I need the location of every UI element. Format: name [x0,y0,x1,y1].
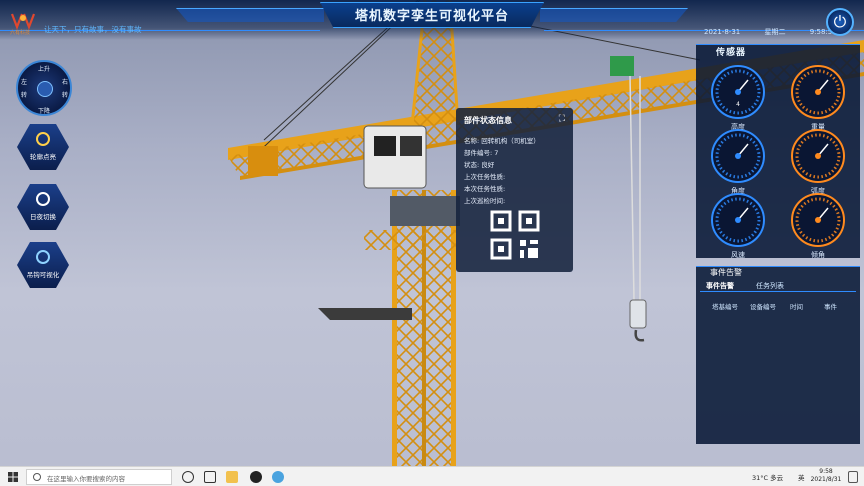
taskbar-clock[interactable]: 9:58 2021/8/31 [806,468,846,484]
power-icon: ⏻ [833,12,847,31]
code-label: 部件编号: [464,149,493,157]
search-placeholder: 在这里输入你要搜索的内容 [47,475,125,483]
name-value: 回转机构（司机室） [481,137,540,145]
tab-task-list[interactable]: 任务列表 [756,281,784,291]
gauge-2: 角度 [711,129,765,195]
status-label: 状态: [464,161,480,169]
slewing-unit[interactable] [390,196,460,226]
slogan: 让天下，只有故事，没有事故 [44,25,142,34]
day-night-label: 日夜切换 [30,213,56,221]
day-night-icon [36,192,50,206]
header-wing-left [176,8,324,22]
gauge-hub [815,153,821,159]
col-tower-base-id[interactable]: 塔基编号 [712,301,738,311]
name-row: 名称: 回转机构（司机室） [464,135,540,145]
weekday-text: 星期二 [764,28,786,36]
qr-code-icon [490,210,540,260]
counterweight [248,146,278,176]
power-button[interactable]: ⏻ [826,8,854,36]
col-event[interactable]: 事件 [824,301,837,311]
expand-icon[interactable]: ⛶ [559,114,565,124]
page-title: 塔机数字孪生可视化平台 [354,9,509,24]
windows-start-icon[interactable] [8,472,18,482]
ime-indicator[interactable]: 英 [798,472,805,482]
header-wing-right [540,8,688,22]
gauge-5: 倾角 [791,193,845,259]
dpad-left-bottom[interactable]: 转 [21,90,27,99]
status-row: 状态: 良好 [464,159,494,169]
walkway-platform [318,308,412,320]
bulb-icon [36,132,50,146]
last-task-row: 上次任务性质: [464,173,506,181]
gauge-hub [735,153,741,159]
dpad-center[interactable] [37,81,53,97]
status-value: 良好 [481,161,495,169]
windows-taskbar: 在这里输入你要搜索的内容 31°C 多云 英 9:58 2021/8/31 [0,466,864,486]
col-time[interactable]: 时间 [790,301,803,311]
gauge-hub [815,89,821,95]
sensor-panel-title: 传感器 [716,48,747,58]
event-alarm-panel: 事件告警 事件告警 任务列表 塔基编号 设备编号 时间 事件 [696,266,860,444]
outline-highlight-label: 轮廓点亮 [30,153,56,161]
notification-icon[interactable] [848,471,858,483]
date-text: 2021-8-31 [704,28,741,36]
gauge-value: 4 [736,101,740,108]
event-tabs: 事件告警 任务列表 [700,279,856,292]
dpad-right-top[interactable]: 右 [62,77,68,86]
code-value: 7 [494,149,499,157]
this-task-row: 本次任务性质: [464,185,506,193]
brand-logo: 六有科技 [10,12,36,36]
hook-visualize-label: 吊钩可视化 [26,271,60,279]
gauge-3: 弧度 [791,129,845,195]
logo-text: 六有科技 [10,30,31,36]
sensor-gauges: 4高度 重量角度 弧度风速 倾角 [711,65,845,259]
top-header: 塔机数字孪生可视化平台 六有科技 让天下，只有故事，没有事故 2021-8-31… [0,0,864,40]
slewing-platform [364,230,456,250]
gauge-1: 重量 [791,65,845,131]
popup-title: 部件状态信息 [464,116,512,125]
file-explorer-icon[interactable] [226,471,238,483]
col-device-id[interactable]: 设备编号 [750,301,776,311]
cortana-icon[interactable] [182,471,194,483]
browser-icon[interactable] [272,471,284,483]
gauge-label: 风速 [731,251,745,259]
gauge-hub [815,217,821,223]
weather-status[interactable]: 31°C 多云 [752,472,783,482]
gauge-4: 风速 [711,193,765,259]
gauge-hub [735,217,741,223]
task-view-icon[interactable] [204,471,216,483]
logo-icon [10,13,36,31]
dpad-down[interactable]: 下降 [38,106,50,115]
gauge-label: 倾角 [811,250,825,259]
taskbar-time: 9:58 [819,468,833,475]
name-label: 名称: [464,137,480,145]
rotation-dpad[interactable]: 上升 下降 左 转 右 转 [16,60,72,116]
operator-cab[interactable] [363,125,427,189]
code-row: 部件编号: 7 [464,147,498,157]
event-panel-title: 事件告警 [710,268,742,277]
hook-icon [36,250,50,264]
dpad-right-bottom[interactable]: 转 [62,90,68,99]
tab-event-alarm[interactable]: 事件告警 [706,281,734,291]
search-icon [33,473,41,481]
dpad-left-top[interactable]: 左 [21,77,27,86]
dpad-up[interactable]: 上升 [38,64,50,73]
gauge-0: 4高度 [711,65,765,131]
taskbar-date: 2021/8/31 [810,476,842,483]
taskbar-search-input[interactable]: 在这里输入你要搜索的内容 [26,469,172,485]
sensor-panel: 传感器 4 高度 重量 角度 弧度风速 倾角 [696,44,860,259]
last-inspect-row: 上次巡检时间: [464,197,506,205]
gauge-hub [735,89,741,95]
unreal-engine-icon[interactable] [250,471,262,483]
